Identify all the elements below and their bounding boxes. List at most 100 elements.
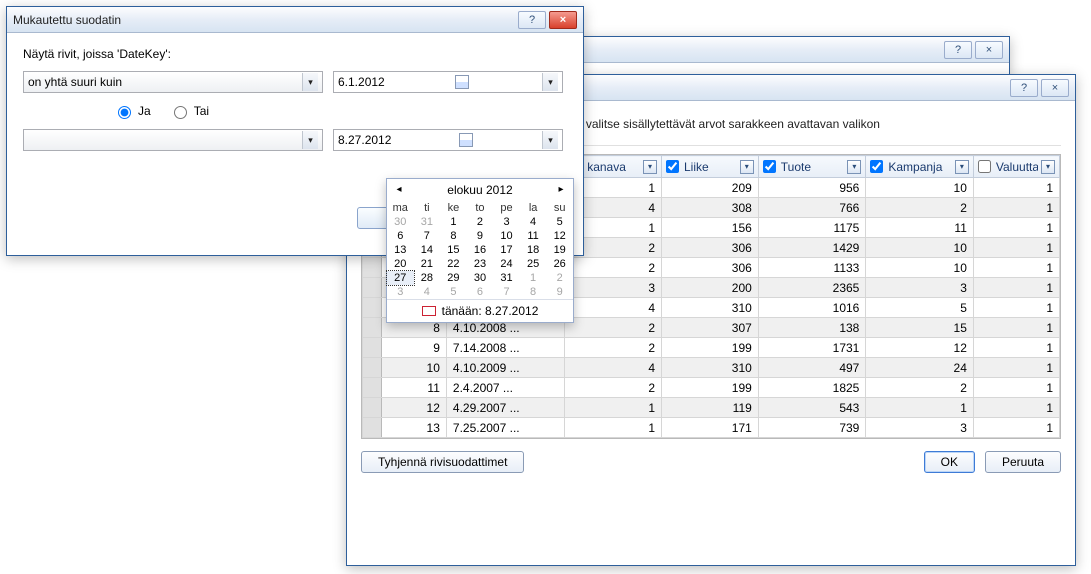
prev-month-button[interactable]: ◂	[393, 184, 405, 196]
radio-or[interactable]: Tai	[169, 103, 209, 119]
calendar-day[interactable]: 2	[546, 271, 573, 285]
next-month-button[interactable]: ▸	[555, 184, 567, 196]
calendar-day[interactable]: 4	[414, 285, 441, 299]
dow-header: la	[520, 201, 547, 215]
calendar-day[interactable]: 27	[387, 271, 414, 285]
dow-header: ke	[440, 201, 467, 215]
calendar-day[interactable]: 10	[493, 229, 520, 243]
chevron-down-icon[interactable]: ▾	[542, 73, 558, 91]
calendar-day[interactable]: 2	[467, 215, 494, 229]
calendar-day[interactable]: 30	[387, 215, 414, 229]
calendar-day[interactable]: 8	[520, 285, 547, 299]
calendar-day[interactable]: 20	[387, 257, 414, 271]
calendar-day[interactable]: 23	[467, 257, 494, 271]
ok-button[interactable]: OK	[924, 451, 975, 473]
dialog-title: Mukautettu suodatin	[13, 13, 518, 27]
today-marker-icon	[422, 306, 436, 316]
cancel-button[interactable]: Peruuta	[985, 451, 1061, 473]
dow-header: pe	[493, 201, 520, 215]
chevron-down-icon[interactable]: ▾	[643, 160, 657, 174]
chevron-down-icon[interactable]: ▾	[847, 160, 861, 174]
calendar-day[interactable]: 1	[520, 271, 547, 285]
calendar-day[interactable]: 25	[520, 257, 547, 271]
chevron-down-icon[interactable]: ▾	[302, 73, 318, 91]
chevron-down-icon[interactable]: ▾	[1041, 160, 1055, 174]
help-button-bg[interactable]: ?	[1010, 79, 1038, 97]
calendar-day[interactable]: 9	[546, 285, 573, 299]
calendar-day[interactable]: 13	[387, 243, 414, 257]
calendar-day[interactable]: 31	[493, 271, 520, 285]
calendar-day[interactable]: 14	[414, 243, 441, 257]
column-checkbox-tuote[interactable]	[763, 160, 776, 173]
chevron-down-icon[interactable]: ▾	[542, 131, 558, 149]
column-checkbox-liike[interactable]	[666, 160, 679, 173]
calendar-day[interactable]: 4	[520, 215, 547, 229]
calendar-day[interactable]: 12	[546, 229, 573, 243]
calendar-day[interactable]: 24	[493, 257, 520, 271]
close-button-bg[interactable]: ×	[1041, 79, 1069, 97]
calendar-day[interactable]: 16	[467, 243, 494, 257]
help-button-bg2[interactable]: ?	[944, 41, 972, 59]
calendar-day[interactable]: 8	[440, 229, 467, 243]
close-button-bg2[interactable]: ×	[975, 41, 1003, 59]
calendar-day[interactable]: 1	[440, 215, 467, 229]
calendar-day[interactable]: 7	[414, 229, 441, 243]
calendar-day[interactable]: 28	[414, 271, 441, 285]
chevron-down-icon[interactable]: ▾	[740, 160, 754, 174]
column-checkbox-kampanja[interactable]	[870, 160, 883, 173]
calendar-day[interactable]: 6	[387, 229, 414, 243]
dow-header: su	[546, 201, 573, 215]
calendar-icon[interactable]	[459, 133, 473, 147]
operator-1-value: on yhtä suuri kuin	[28, 75, 122, 89]
clear-row-filters-button[interactable]: Tyhjennä rivisuodattimet	[361, 451, 524, 473]
calendar-day[interactable]: 3	[387, 285, 414, 299]
value-2-text: 8.27.2012	[338, 133, 391, 147]
calendar-day[interactable]: 11	[520, 229, 547, 243]
calendar-day[interactable]: 18	[520, 243, 547, 257]
today-link[interactable]: tänään: 8.27.2012	[387, 299, 573, 322]
month-label[interactable]: elokuu 2012	[447, 183, 512, 197]
calendar-day[interactable]: 31	[414, 215, 441, 229]
help-button-dialog[interactable]: ?	[518, 11, 546, 29]
dow-header: to	[467, 201, 494, 215]
calendar-day[interactable]: 5	[440, 285, 467, 299]
column-checkbox-valuutta[interactable]	[978, 160, 991, 173]
calendar-day[interactable]: 22	[440, 257, 467, 271]
calendar-icon[interactable]	[455, 75, 469, 89]
calendar-day[interactable]: 5	[546, 215, 573, 229]
operator-2-dropdown[interactable]: ▾	[23, 129, 323, 151]
table-row[interactable]: 112.4.2007 ...2199182521	[363, 378, 1060, 398]
calendar-day[interactable]: 26	[546, 257, 573, 271]
column-header-liike[interactable]: Liike▾	[662, 156, 759, 178]
column-header-kampanja[interactable]: Kampanja▾	[866, 156, 974, 178]
column-header-valuutta[interactable]: Valuutta▾	[973, 156, 1059, 178]
value-2-input[interactable]: 8.27.2012 ▾	[333, 129, 563, 151]
operator-1-dropdown[interactable]: on yhtä suuri kuin ▾	[23, 71, 323, 93]
dow-header: ti	[414, 201, 441, 215]
close-button-dialog[interactable]: ×	[549, 11, 577, 29]
table-row[interactable]: 137.25.2007 ...117173931	[363, 418, 1060, 438]
calendar-day[interactable]: 19	[546, 243, 573, 257]
column-header-tuote[interactable]: Tuote▾	[758, 156, 866, 178]
calendar-day[interactable]: 17	[493, 243, 520, 257]
value-1-input[interactable]: 6.1.2012 ▾	[333, 71, 563, 93]
radio-and[interactable]: Ja	[113, 103, 151, 119]
calendar-day[interactable]: 29	[440, 271, 467, 285]
calendar-day[interactable]: 7	[493, 285, 520, 299]
value-1-text: 6.1.2012	[338, 75, 385, 89]
calendar-day[interactable]: 15	[440, 243, 467, 257]
logic-radio-group: Ja Tai	[23, 103, 567, 119]
calendar-day[interactable]: 9	[467, 229, 494, 243]
chevron-down-icon[interactable]: ▾	[302, 131, 318, 149]
calendar-day[interactable]: 3	[493, 215, 520, 229]
table-row[interactable]: 97.14.2008 ...21991731121	[363, 338, 1060, 358]
titlebar-dialog: Mukautettu suodatin ? ×	[7, 7, 583, 33]
filter-prompt: Näytä rivit, joissa 'DateKey':	[23, 47, 567, 61]
calendar-day[interactable]: 30	[467, 271, 494, 285]
chevron-down-icon[interactable]: ▾	[955, 160, 969, 174]
table-row[interactable]: 124.29.2007 ...111954311	[363, 398, 1060, 418]
calendar-day[interactable]: 6	[467, 285, 494, 299]
date-picker-popup: ◂ elokuu 2012 ▸ matiketopelasu 303112345…	[386, 178, 574, 323]
calendar-day[interactable]: 21	[414, 257, 441, 271]
table-row[interactable]: 104.10.2009 ...4310497241	[363, 358, 1060, 378]
